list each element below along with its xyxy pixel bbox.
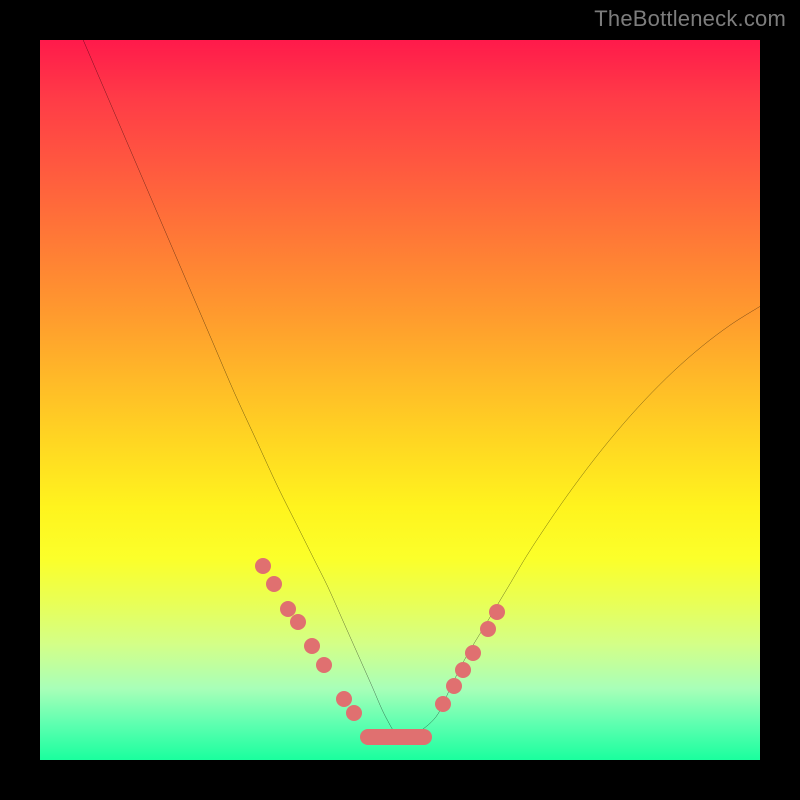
marker-dot xyxy=(255,558,271,574)
watermark-text: TheBottleneck.com xyxy=(594,6,786,32)
marker-dot xyxy=(304,638,320,654)
plot-area xyxy=(40,40,760,760)
floor-bar xyxy=(360,729,432,745)
marker-dot xyxy=(489,604,505,620)
marker-dot xyxy=(455,662,471,678)
marker-dot xyxy=(480,621,496,637)
marker-dot xyxy=(446,678,462,694)
marker-dot xyxy=(336,691,352,707)
marker-dot xyxy=(435,696,451,712)
marker-dot xyxy=(465,645,481,661)
outer-frame: TheBottleneck.com xyxy=(0,0,800,800)
marker-dot xyxy=(346,705,362,721)
marker-dot xyxy=(316,657,332,673)
marker-dot xyxy=(290,614,306,630)
dots-layer xyxy=(40,40,760,760)
marker-dot xyxy=(266,576,282,592)
